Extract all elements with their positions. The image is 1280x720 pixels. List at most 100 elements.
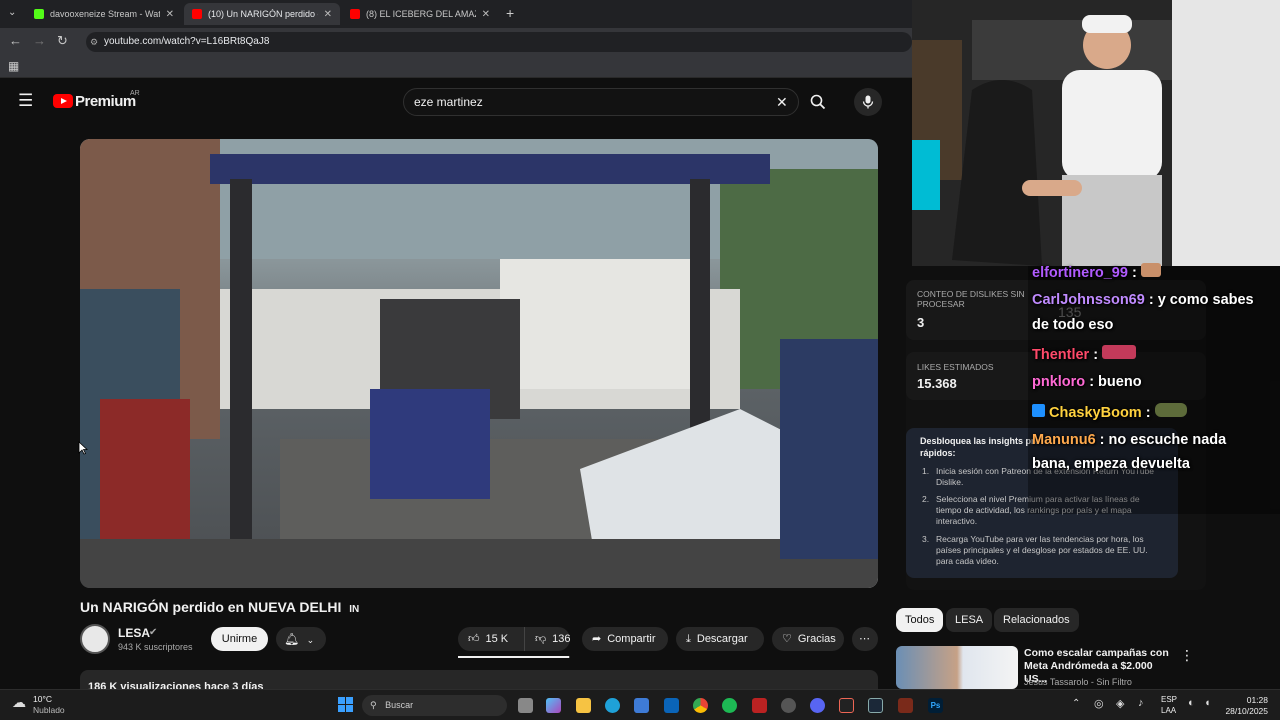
voice-search-button[interactable] [854, 88, 882, 116]
task-view-icon[interactable] [518, 698, 533, 713]
tab-youtube-video[interactable]: (10) Un NARIGÓN perdido en NUEVA DELHI ✕ [184, 3, 340, 25]
recommended-thumbnail[interactable] [896, 646, 1018, 689]
share-label: Compartir [607, 633, 656, 645]
new-tab-icon[interactable]: + [506, 5, 514, 21]
spotify-icon[interactable] [722, 698, 737, 713]
tray-mic-icon[interactable]: ♪ [1138, 697, 1144, 709]
video-player[interactable] [80, 139, 878, 588]
chip-todos[interactable]: Todos [896, 608, 944, 632]
windows-taskbar: ☁ 10°C Nublado ⚲ Buscar Ps ⌃ ◎ ◈ ♪ ESP L… [0, 689, 1280, 720]
share-icon: ➦ [592, 633, 602, 645]
menu-icon[interactable]: ☰ [18, 91, 33, 111]
reload-icon[interactable]: ↻ [57, 33, 68, 49]
chat-username: Manunu6 [1032, 432, 1096, 448]
youtube-favicon-icon [350, 9, 360, 19]
dislikes-value: 3 [917, 315, 925, 330]
weather-desc[interactable]: Nublado [33, 705, 65, 715]
video-title-text: Un NARIGÓN perdido en NUEVA DELHI [80, 599, 342, 615]
steam-icon[interactable] [868, 698, 883, 713]
discord-icon[interactable] [810, 698, 825, 713]
tab-youtube-iceberg[interactable]: (8) EL ICEBERG DEL AMAZONAS ✕ [342, 3, 498, 25]
taskbar-search-box[interactable]: ⚲ Buscar [362, 695, 507, 716]
more-actions-button[interactable]: ⋯ [852, 627, 878, 651]
search-input[interactable]: eze martinez ✕ [403, 88, 799, 116]
tab-close-icon[interactable]: ✕ [166, 9, 174, 20]
unlock-step-3: 3. Recarga YouTube para ver las tendenci… [922, 534, 1167, 567]
youtube-logo-text[interactable]: Premium [75, 93, 136, 110]
clock-date[interactable]: 28/10/2025 [1218, 706, 1268, 716]
tray-network-icon[interactable]: ◎ [1094, 697, 1104, 710]
clock-time[interactable]: 01:28 [1228, 695, 1268, 705]
start-menu-icon[interactable] [338, 697, 353, 712]
store-icon[interactable] [634, 698, 649, 713]
tab-search-icon[interactable]: ⌄ [8, 7, 16, 18]
join-button[interactable]: Unirme [211, 627, 268, 651]
channel-name[interactable]: LESA [118, 626, 150, 640]
wifi-icon[interactable]: ◐ [1188, 697, 1195, 709]
search-button[interactable] [804, 88, 832, 116]
shield-icon[interactable] [898, 698, 913, 713]
thanks-button[interactable]: ♡ Gracias [772, 627, 844, 651]
youtube-logo-icon[interactable] [53, 94, 73, 108]
site-info-icon[interactable]: ⚙ [90, 32, 98, 52]
chat-message: Manunu6 : no escuche nada [1032, 432, 1226, 448]
super-thanks-icon: ♡ [782, 633, 792, 645]
tab-close-icon[interactable]: ✕ [324, 9, 332, 20]
emote-icon [1154, 403, 1187, 417]
like-button[interactable]: 👍︎ 15 K [458, 627, 524, 651]
forward-icon[interactable]: → [33, 33, 46, 48]
language-sub[interactable]: LAA [1161, 706, 1176, 715]
tray-chevron-up-icon[interactable]: ⌃ [1072, 698, 1080, 709]
chat-text: : [1131, 265, 1137, 281]
volume-icon[interactable]: ◖ [1204, 697, 1211, 709]
tab-title: (8) EL ICEBERG DEL AMAZONAS [366, 9, 476, 19]
search-icon [810, 94, 826, 110]
chat-text: : [1093, 347, 1099, 363]
file-explorer-icon[interactable] [576, 698, 591, 713]
tab-close-icon[interactable]: ✕ [482, 9, 490, 20]
url-field[interactable]: ⚙ youtube.com/watch?v=L16BRt8QaJ8 [86, 32, 912, 52]
chat-message: pnkloro : bueno [1032, 374, 1142, 390]
taskbar-search-placeholder: Buscar [385, 700, 414, 710]
dislike-button[interactable]: 👎︎ 136 [524, 627, 571, 651]
share-button[interactable]: ➦ Compartir [582, 627, 668, 651]
download-button[interactable]: ⤓ Descargar [676, 627, 764, 651]
chat-message: ChaskyBoom : [1032, 403, 1187, 421]
tray-app-icon[interactable]: ◈ [1116, 697, 1124, 710]
taskbar-search-icon: ⚲ [370, 700, 377, 710]
weather-icon[interactable]: ☁ [12, 694, 26, 711]
recommended-more-icon[interactable]: ⋮ [1180, 647, 1194, 664]
chrome-icon[interactable] [693, 698, 708, 713]
channel-avatar[interactable] [80, 624, 110, 654]
chat-text: : y como sabes [1148, 292, 1254, 308]
photoshop-icon[interactable]: Ps [928, 698, 943, 713]
like-count: 15 K [485, 633, 509, 645]
recommended-channel[interactable]: Jesus Tassarolo - Sin Filtro [1024, 677, 1132, 687]
video-title: Un NARIGÓN perdido en NUEVA DELHI IN [80, 599, 359, 615]
unlock-subtitle: rápidos: [920, 448, 956, 458]
like-dislike-ratio-bar [458, 656, 570, 658]
chip-lesa[interactable]: LESA [946, 608, 993, 632]
back-icon[interactable]: ← [9, 33, 22, 48]
edge-icon[interactable] [605, 698, 620, 713]
obs-icon[interactable] [839, 698, 854, 713]
chat-message-continuation: bana, empeza devuelta [1032, 456, 1190, 472]
copilot-icon[interactable] [546, 698, 561, 713]
weather-temp[interactable]: 10°C [33, 694, 52, 704]
chip-relacionados[interactable]: Relacionados [994, 608, 1079, 632]
clear-search-icon[interactable]: ✕ [776, 89, 788, 115]
apps-grid-icon[interactable]: ▦ [8, 59, 19, 73]
chat-text: bana, empeza devuelta [1032, 456, 1190, 472]
step-text: Recarga YouTube para ver las tendencias … [936, 534, 1148, 566]
app-icon[interactable] [752, 698, 767, 713]
language-indicator[interactable]: ESP [1161, 695, 1177, 704]
notification-bell-button[interactable]: 🔔︎ ⌄ [276, 627, 326, 651]
join-button-label: Unirme [221, 633, 258, 645]
streamer-webcam [912, 0, 1280, 266]
chat-text: : [1145, 405, 1151, 421]
tab-kick-stream[interactable]: davooxeneize Stream - Watch Live ✕ [26, 3, 182, 25]
settings-icon[interactable] [781, 698, 796, 713]
emote-icon [1140, 263, 1161, 277]
outlook-icon[interactable] [664, 698, 679, 713]
chat-message: Thentler : [1032, 345, 1137, 363]
